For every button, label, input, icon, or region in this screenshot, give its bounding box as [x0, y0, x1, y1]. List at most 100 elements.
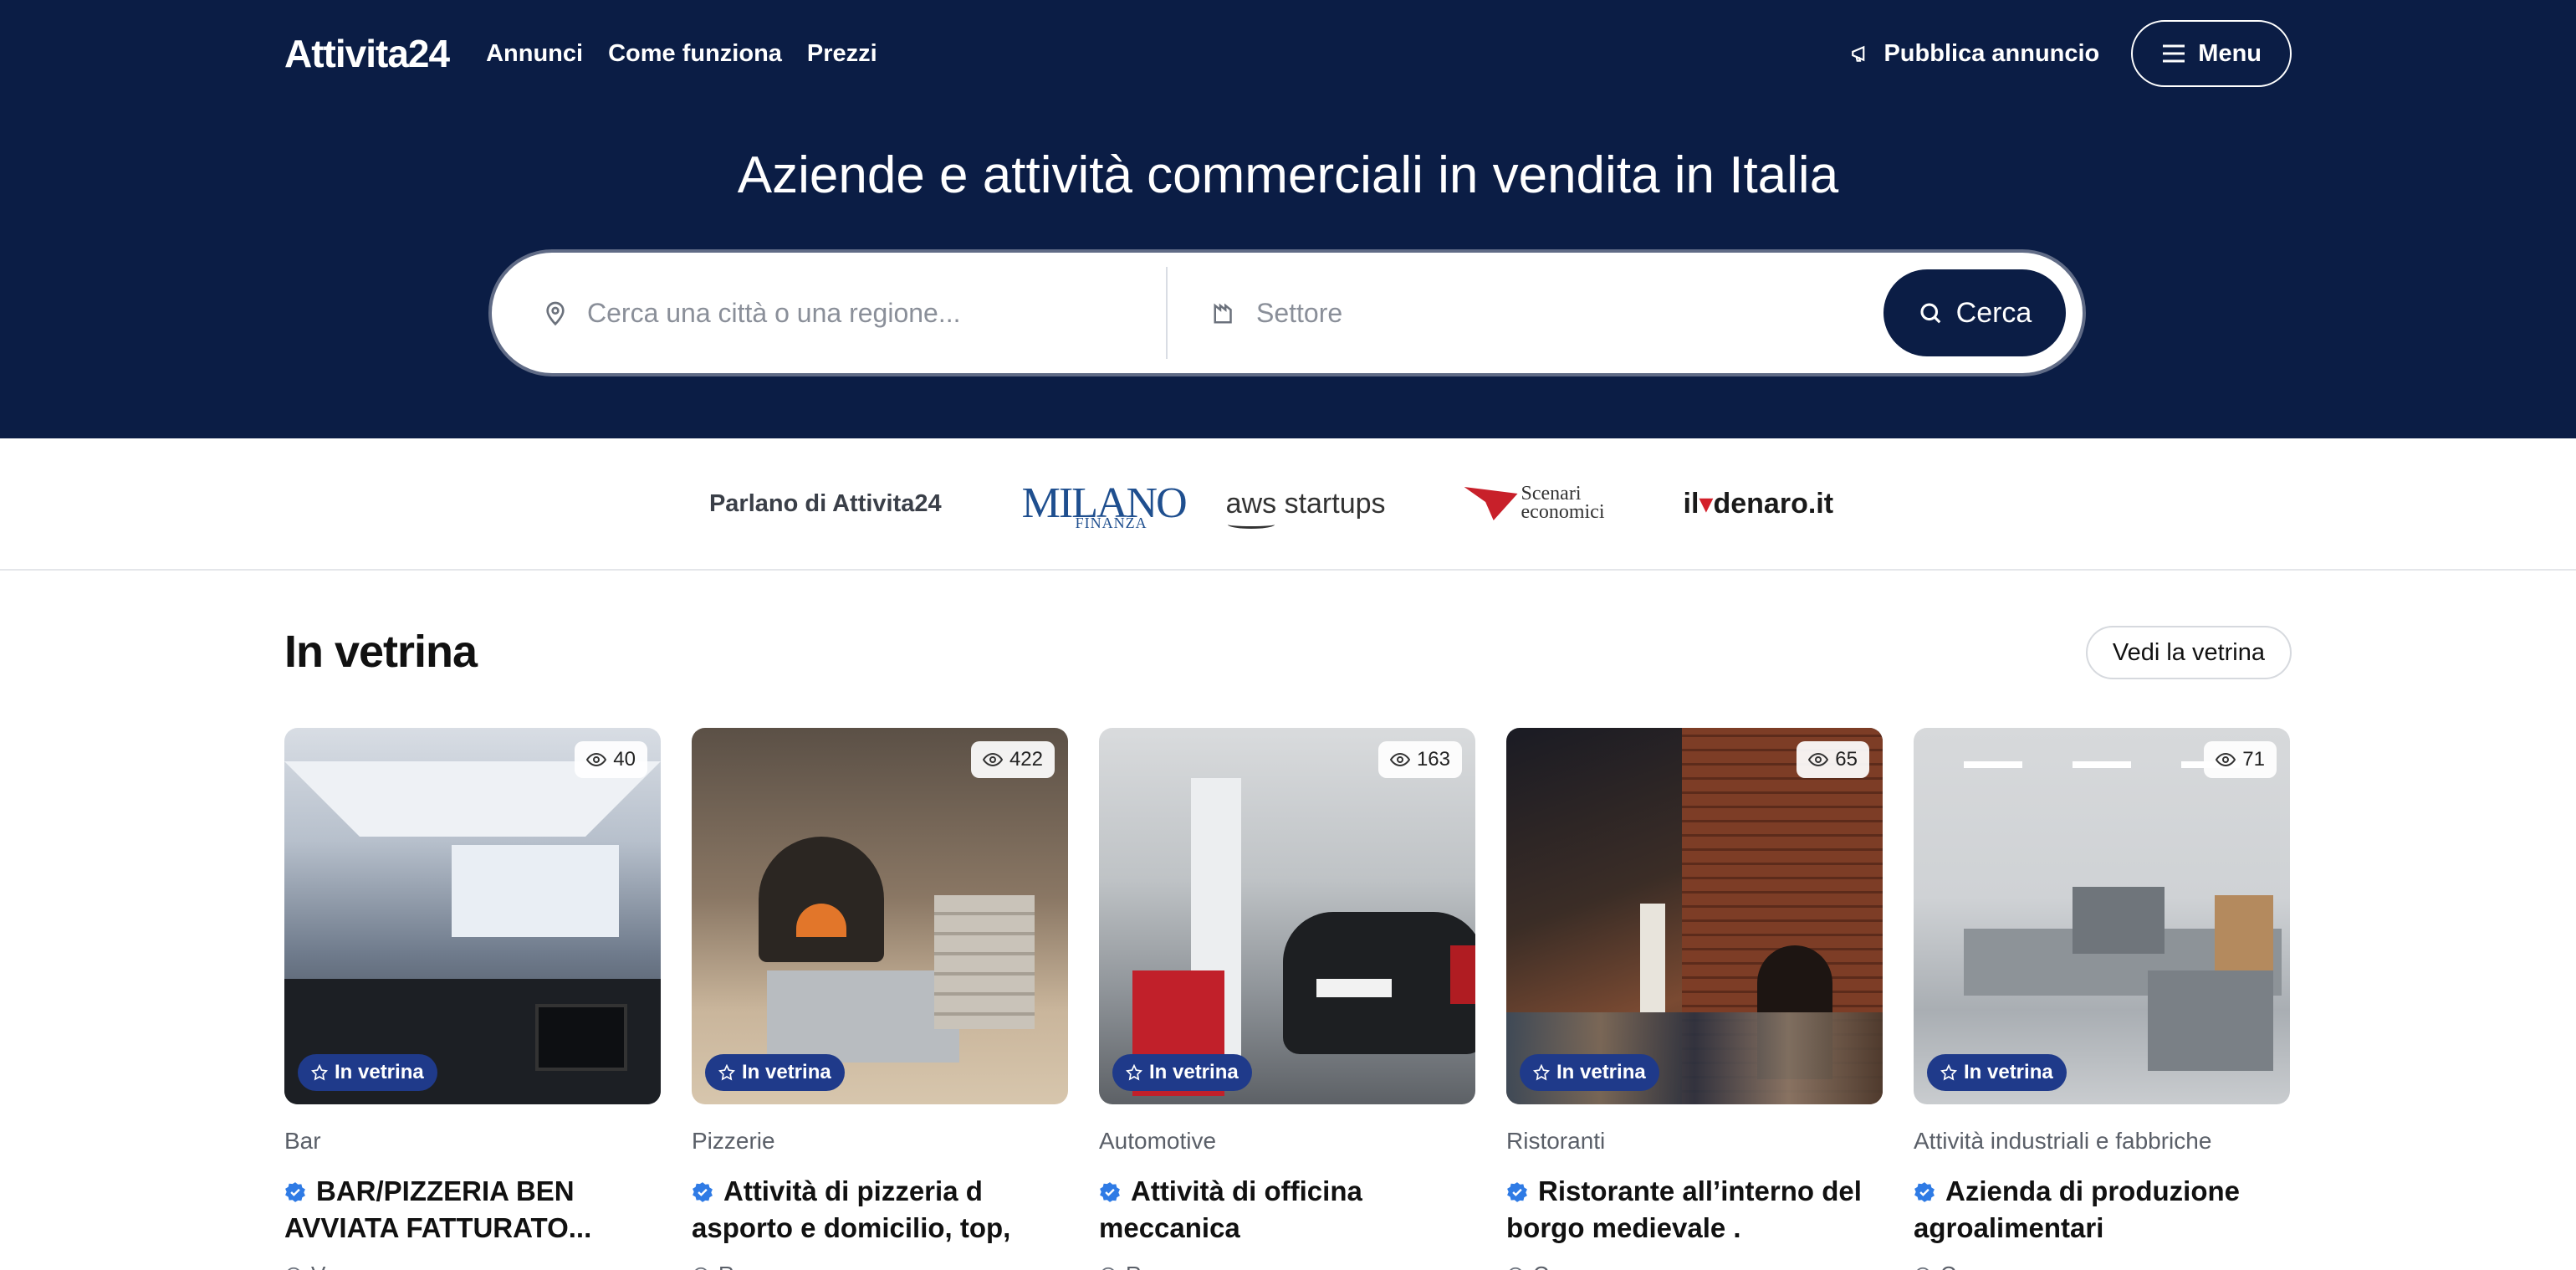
listing-category: Bar [284, 1128, 321, 1154]
views-count: 422 [1009, 748, 1043, 771]
megaphone-icon [1852, 45, 1865, 62]
listing-location-text: V... [311, 1262, 342, 1270]
listing-location-text: C... [1940, 1262, 1974, 1270]
eye-icon [982, 752, 1003, 767]
showcase-badge-label: In vetrina [1149, 1061, 1239, 1083]
verified-badge-icon [1914, 1182, 1935, 1202]
listing-image[interactable]: 163 In vetrina [1099, 728, 1475, 1104]
listing-image[interactable]: 40 In vetrina [284, 728, 661, 1104]
site-logo[interactable]: Attivita24 [284, 31, 450, 76]
eye-icon [1808, 752, 1829, 767]
listing-category: Ristoranti [1506, 1128, 1606, 1154]
search-button-label: Cerca [1955, 296, 2032, 329]
star-icon [311, 1064, 328, 1081]
views-counter: 163 [1377, 741, 1462, 778]
showcase-title: In vetrina [284, 627, 478, 677]
sector-search-field[interactable] [1168, 253, 1883, 373]
listing-location: V... [284, 1262, 661, 1270]
listing-category: Pizzerie [692, 1128, 775, 1154]
listing-title[interactable]: Attività di pizzeria d asporto e domicil… [692, 1173, 1068, 1247]
city-search-field[interactable] [492, 267, 1168, 359]
location-icon [287, 1267, 300, 1270]
listing-category: Attività industriali e fabbriche [1914, 1128, 2212, 1154]
nav-link-prezzi[interactable]: Prezzi [807, 40, 877, 68]
listing-location-text: R... [718, 1262, 752, 1270]
nav-link-annunci[interactable]: Annunci [486, 40, 583, 68]
listing-category: Automotive [1099, 1128, 1217, 1154]
star-icon [1126, 1064, 1142, 1081]
star-icon [1940, 1064, 1957, 1081]
listing-location-text: R... [1126, 1262, 1159, 1270]
listing-title-text: Attività di officina meccanica [1099, 1175, 1362, 1243]
see-showcase-button[interactable]: Vedi la vetrina [2085, 626, 2292, 679]
page-title: Aziende e attività commerciali in vendit… [737, 146, 1839, 204]
showcase-badge-label: In vetrina [335, 1061, 424, 1083]
nav-link-come-funziona[interactable]: Come funziona [608, 40, 782, 68]
listing-title-text: Ristorante all’interno del borgo medieva… [1506, 1175, 1862, 1243]
top-nav: Attivita24 Annunci Come funziona Prezzi … [284, 20, 2292, 87]
press-label: Parlano di Attivita24 [708, 489, 942, 517]
location-icon [1101, 1267, 1115, 1270]
menu-button[interactable]: Menu [2131, 20, 2292, 87]
publish-listing-button[interactable]: Pubblica annuncio [1850, 40, 2099, 68]
search-bar: Cerca [492, 253, 2083, 373]
listing-title-text: Azienda di produzione agroalimentari [1914, 1175, 2240, 1243]
showcase-badge-label: In vetrina [742, 1061, 831, 1083]
views-count: 163 [1416, 748, 1450, 771]
location-icon [694, 1267, 708, 1270]
listing-title[interactable]: Ristorante all’interno del borgo medieva… [1506, 1173, 1883, 1247]
showcase-badge-label: In vetrina [1556, 1061, 1646, 1083]
aws-startups-text: aws startups [1225, 487, 1386, 520]
hamburger-icon [2163, 44, 2185, 63]
menu-label: Menu [2198, 39, 2262, 67]
sector-search-input[interactable] [1256, 297, 1883, 329]
eye-icon [586, 752, 607, 767]
listing-card[interactable]: 71 In vetrina Attività industriali e fab… [1914, 728, 2290, 1270]
listing-image[interactable]: 422 In vetrina [692, 728, 1068, 1104]
milano-finanza-logo: MILANO FINANZA [1022, 482, 1188, 531]
listing-card[interactable]: 40 In vetrina Bar BAR/PIZZERIA BEN AVVIA… [284, 728, 661, 1270]
listing-card[interactable]: 163 In vetrina Automotive Attività di of… [1099, 728, 1475, 1270]
views-counter: 71 [2204, 741, 2277, 778]
listing-location: C... [1914, 1262, 2290, 1270]
views-count: 71 [2242, 748, 2265, 771]
location-icon [1509, 1267, 1522, 1270]
listing-title[interactable]: Attività di officina meccanica [1099, 1173, 1475, 1247]
scenari-line-2: economici [1521, 501, 1605, 523]
listing-title-text: Attività di pizzeria d asporto e domicil… [692, 1175, 1011, 1243]
views-counter: 422 [970, 741, 1055, 778]
showcase-badge: In vetrina [1520, 1054, 1659, 1091]
listing-card[interactable]: 65 In vetrina Ristoranti Ristorante all’… [1506, 728, 1883, 1270]
views-counter: 40 [575, 741, 647, 778]
industry-icon [1214, 303, 1232, 324]
press-strip: Parlano di Attivita24 MILANO FINANZA aws … [0, 438, 2576, 571]
denaro-prefix: il [1683, 488, 1699, 520]
views-count: 65 [1835, 748, 1858, 771]
city-search-input[interactable] [587, 297, 1166, 329]
listing-image[interactable]: 65 In vetrina [1506, 728, 1883, 1104]
eye-icon [2216, 752, 2236, 767]
views-count: 40 [613, 748, 636, 771]
listing-location: R... [1099, 1262, 1475, 1270]
verified-badge-icon [1100, 1182, 1120, 1202]
search-button[interactable]: Cerca [1883, 269, 2066, 356]
listing-title[interactable]: BAR/PIZZERIA BEN AVVIATA FATTURATO... [284, 1173, 661, 1247]
aws-startups-logo: aws startups [1225, 487, 1386, 529]
denaro-main: denaro.it [1713, 488, 1834, 520]
milano-finanza-sub: FINANZA [1075, 515, 1147, 531]
showcase-badge: In vetrina [705, 1054, 845, 1091]
listing-title[interactable]: Azienda di produzione agroalimentari [1914, 1173, 2290, 1247]
location-icon [1916, 1267, 1929, 1270]
star-icon [718, 1064, 735, 1081]
map-pin-icon [546, 301, 565, 326]
listing-location: C... [1506, 1262, 1883, 1270]
scenari-economici-logo: Scenari economici [1464, 484, 1605, 523]
showcase-badge: In vetrina [298, 1054, 437, 1091]
publish-listing-label: Pubblica annuncio [1883, 39, 2100, 67]
hero-section: Attivita24 Annunci Come funziona Prezzi … [0, 0, 2576, 438]
listing-location-text: C... [1533, 1262, 1567, 1270]
listing-card[interactable]: 422 In vetrina Pizzerie Attività di pizz… [692, 728, 1068, 1270]
listing-image[interactable]: 71 In vetrina [1914, 728, 2290, 1104]
showcase-badge-label: In vetrina [1964, 1061, 2053, 1083]
showcase-badge: In vetrina [1112, 1054, 1252, 1091]
